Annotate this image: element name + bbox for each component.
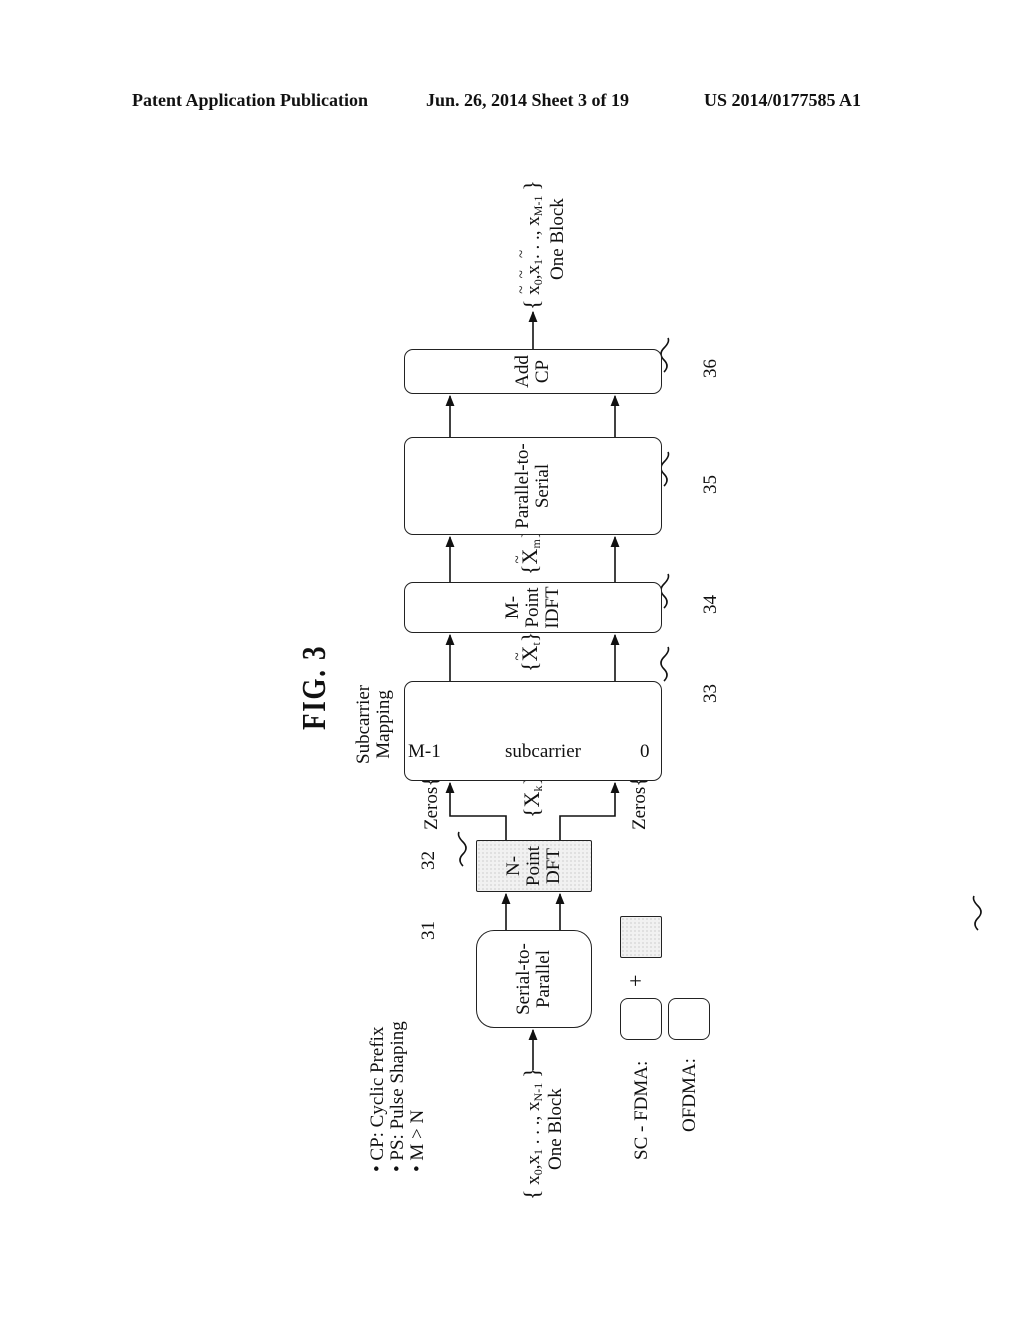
figure-title: FIG. 3: [296, 644, 333, 730]
legend-dft-block: [620, 916, 662, 958]
output-symbols: { x0,x1 . . ., xM-1 }: [519, 180, 548, 310]
leader-31: [972, 895, 982, 931]
ref-33: 33: [700, 684, 721, 703]
leader-36: [660, 337, 670, 373]
block-subcarrier-mapping: [404, 681, 662, 781]
block-m-point-idft: M- Point IDFT: [404, 582, 662, 633]
leader-34: [660, 573, 670, 609]
xk-label: {Xk}: [519, 775, 545, 818]
subcarrier-end-label: M-1: [408, 741, 441, 762]
leader-32: [457, 831, 467, 867]
legend-ofdma-label: OFDMA:: [679, 1058, 700, 1132]
ref-31: 31: [418, 921, 439, 940]
xt-label: {Xt}: [517, 632, 546, 672]
xm-label: {Xm}: [517, 529, 546, 575]
legend-scfdma-block: [620, 998, 662, 1040]
legend-plus: +: [623, 974, 648, 987]
subcarrier-start-label: 0: [640, 741, 650, 762]
block-n-point-dft: N- Point DFT: [476, 840, 592, 892]
subcarrier-axis-label: subcarrier: [505, 741, 581, 762]
ref-36: 36: [700, 359, 721, 378]
legend-ofdma-block: [668, 998, 710, 1040]
block-serial-to-parallel: Serial-to- Parallel: [476, 930, 592, 1028]
ref-34: 34: [700, 595, 721, 614]
ref-32: 32: [418, 851, 439, 870]
dft-to-map-arrow-1: [445, 781, 507, 840]
block-parallel-to-serial: Parallel-to- Serial: [404, 437, 662, 535]
legend-scfdma-label: SC - FDMA:: [631, 1060, 652, 1160]
block-add-cp: Add CP: [404, 349, 662, 394]
ref-35: 35: [700, 475, 721, 494]
zeros-label-bottom: Zeros{: [625, 776, 650, 830]
input-caption: One Block: [545, 1088, 566, 1170]
leader-35: [660, 451, 670, 487]
note-m-gt-n: • M > N: [407, 1109, 428, 1172]
output-caption: One Block: [547, 198, 568, 280]
zeros-label-top: Zeros{: [417, 776, 442, 830]
note-cp: • CP: Cyclic Prefix: [367, 1026, 388, 1172]
leader-33: [660, 646, 670, 682]
subcarrier-mapping-caption: Subcarrier Mapping: [353, 684, 394, 764]
figure-canvas: FIG. 3 • CP: Cyclic Prefix • PS: Pulse S…: [0, 0, 1024, 1320]
dft-to-map-arrow-2: [559, 781, 620, 840]
note-ps: • PS: Pulse Shaping: [387, 1021, 408, 1172]
